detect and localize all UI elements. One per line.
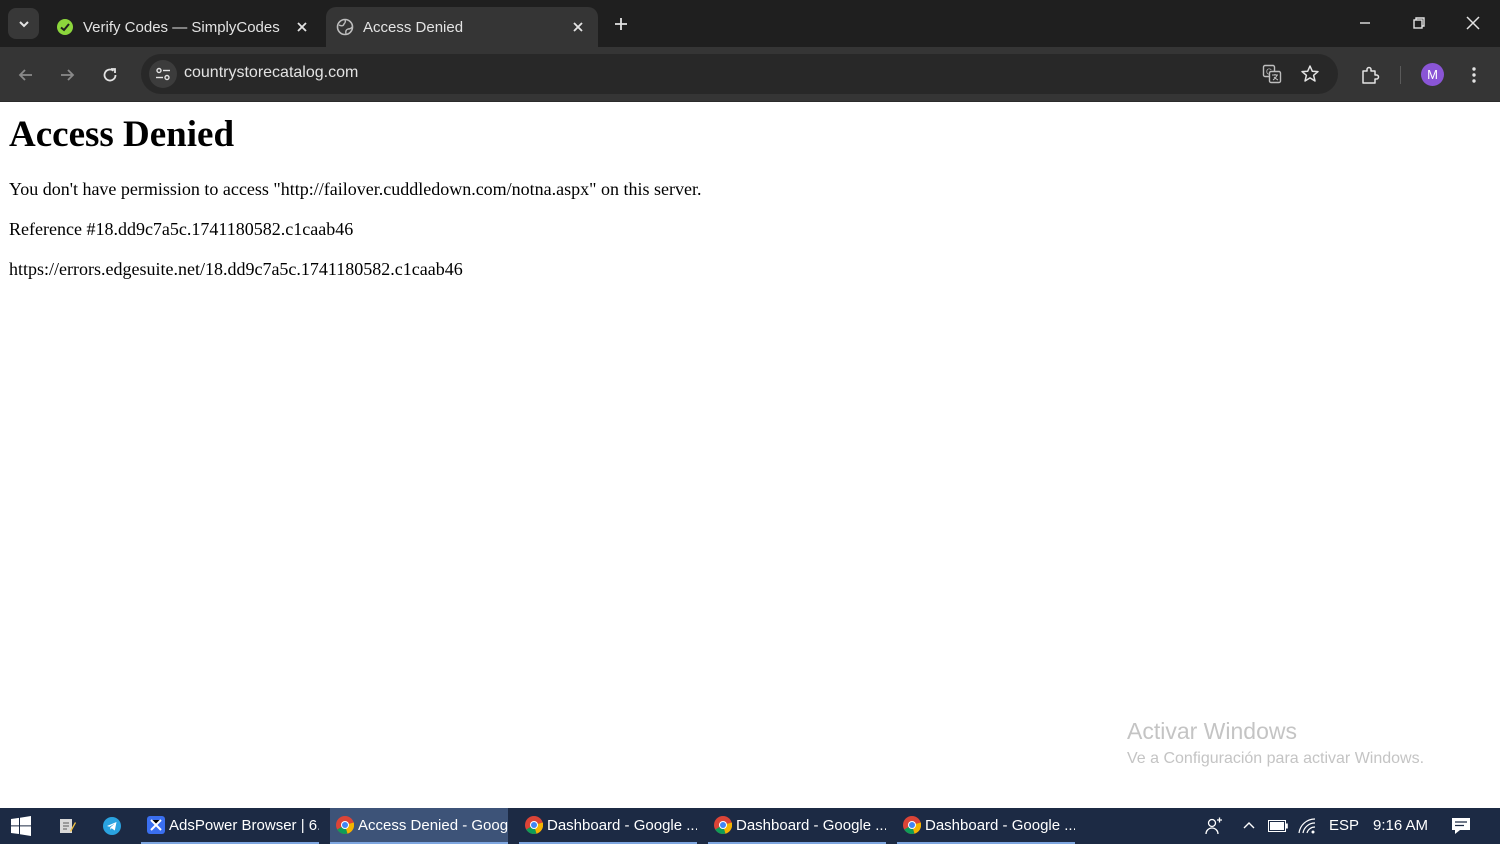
profile-avatar[interactable]: M	[1421, 63, 1444, 86]
restore-icon	[1413, 17, 1425, 29]
browser-toolbar: countrystorecatalog.com G M	[0, 47, 1500, 102]
chrome-icon	[336, 816, 354, 834]
windows-logo-icon	[11, 816, 31, 836]
toolbar-separator	[1400, 66, 1401, 84]
tune-icon	[156, 67, 170, 81]
taskbar-app-adspower[interactable]: AdsPower Browser | 6....	[141, 808, 319, 844]
page-title: Access Denied	[9, 114, 235, 155]
close-icon	[573, 22, 583, 32]
minimize-icon	[1360, 22, 1370, 24]
forward-button[interactable]	[51, 59, 83, 91]
taskbar-app-chrome[interactable]: Dashboard - Google ...	[897, 808, 1075, 844]
translate-icon: G	[1262, 64, 1282, 84]
close-icon	[1466, 16, 1480, 30]
taskbar-app-label: AdsPower Browser | 6....	[169, 816, 319, 834]
taskbar-app-label: Access Denied - Goog...	[358, 816, 508, 834]
wifi-icon	[1298, 818, 1316, 834]
site-info-button[interactable]	[149, 60, 177, 88]
chrome-icon	[714, 816, 732, 834]
arrow-left-icon	[18, 69, 32, 81]
tray-clock[interactable]: 9:16 AM	[1373, 817, 1428, 834]
extensions-button[interactable]	[1354, 59, 1386, 91]
taskbar-app-chrome-active[interactable]: Access Denied - Goog...	[330, 808, 508, 844]
tab-search-button[interactable]	[8, 8, 39, 39]
tray-wifi[interactable]	[1295, 808, 1319, 844]
taskbar-telegram[interactable]	[97, 808, 127, 844]
taskbar-app-chrome[interactable]: Dashboard - Google ...	[519, 808, 697, 844]
taskbar-pinned-app[interactable]	[52, 808, 82, 844]
people-icon	[1205, 817, 1222, 835]
tab-simplycodes[interactable]: Verify Codes — SimplyCodes	[46, 7, 322, 47]
chevron-up-icon	[1243, 822, 1255, 829]
chevron-down-icon	[18, 20, 29, 27]
tray-language[interactable]: ESP	[1329, 817, 1359, 834]
tab-title: Verify Codes — SimplyCodes	[83, 18, 280, 36]
error-message: You don't have permission to access "htt…	[9, 179, 702, 199]
close-tab-button[interactable]	[566, 15, 590, 39]
chrome-icon	[903, 816, 921, 834]
star-icon	[1301, 65, 1319, 82]
notepad-icon	[60, 819, 76, 833]
battery-icon	[1268, 820, 1288, 832]
tray-show-hidden-button[interactable]	[1238, 808, 1260, 844]
address-url: countrystorecatalog.com	[184, 64, 359, 81]
tab-access-denied[interactable]: Access Denied	[326, 7, 598, 47]
start-button[interactable]	[0, 808, 42, 844]
notification-icon	[1452, 818, 1470, 834]
action-center-button[interactable]	[1447, 808, 1475, 844]
page-content: Access Denied You don't have permission …	[0, 102, 1500, 808]
translate-button[interactable]: G	[1258, 60, 1286, 88]
reload-button[interactable]	[94, 59, 126, 91]
close-window-button[interactable]	[1446, 0, 1500, 46]
taskbar-app-label: Dashboard - Google ...	[925, 816, 1075, 834]
kebab-menu-icon	[1472, 67, 1476, 83]
taskbar-app-label: Dashboard - Google ...	[736, 816, 886, 834]
tray-battery[interactable]	[1266, 808, 1290, 844]
new-tab-button[interactable]	[607, 10, 635, 38]
simplycodes-icon	[56, 18, 74, 36]
back-button[interactable]	[10, 59, 42, 91]
activation-watermark-subtitle: Ve a Configuración para activar Windows.	[1127, 750, 1425, 767]
arrow-right-icon	[61, 69, 75, 81]
close-tab-button[interactable]	[290, 15, 314, 39]
taskbar-app-chrome[interactable]: Dashboard - Google ...	[708, 808, 886, 844]
address-bar[interactable]: countrystorecatalog.com G	[141, 54, 1338, 94]
bookmark-button[interactable]	[1296, 60, 1324, 88]
reload-icon	[103, 68, 117, 82]
taskbar: AdsPower Browser | 6.... Access Denied -…	[0, 808, 1500, 844]
plus-icon	[615, 18, 627, 30]
minimize-button[interactable]	[1338, 0, 1392, 46]
error-url: https://errors.edgesuite.net/18.dd9c7a5c…	[9, 259, 463, 279]
tab-strip: Verify Codes — SimplyCodes Access Denied	[0, 0, 1500, 47]
menu-button[interactable]	[1458, 59, 1490, 91]
reference-id: Reference #18.dd9c7a5c.1741180582.c1caab…	[9, 219, 354, 239]
tab-title: Access Denied	[363, 18, 464, 36]
puzzle-icon	[1362, 66, 1380, 84]
close-icon	[297, 22, 307, 32]
chrome-icon	[525, 816, 543, 834]
activation-watermark-title: Activar Windows	[1127, 718, 1297, 744]
telegram-icon	[103, 817, 121, 835]
adspower-icon	[147, 816, 165, 834]
tray-people-button[interactable]	[1201, 808, 1227, 844]
globe-icon	[336, 18, 354, 36]
restore-button[interactable]	[1392, 0, 1446, 46]
taskbar-app-label: Dashboard - Google ...	[547, 816, 697, 834]
